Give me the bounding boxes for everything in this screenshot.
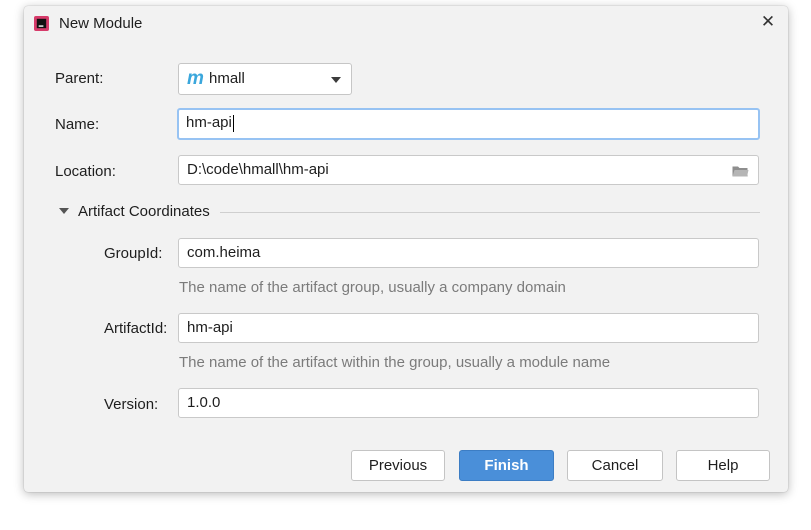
section-divider xyxy=(220,212,760,213)
previous-button[interactable]: Previous xyxy=(351,450,445,481)
location-input[interactable]: D:\code\hmall\hm-api xyxy=(178,155,759,185)
name-label: Name: xyxy=(55,116,100,133)
version-label: Version: xyxy=(104,396,159,413)
version-input[interactable]: 1.0.0 xyxy=(178,388,759,418)
title-bar: New Module ✕ xyxy=(24,6,788,40)
location-input-value: D:\code\hmall\hm-api xyxy=(187,161,329,178)
artifactid-input-value: hm-api xyxy=(187,319,233,336)
groupid-label: GroupId: xyxy=(104,245,163,262)
dialog-title: New Module xyxy=(59,15,143,32)
new-module-dialog: New Module ✕ Parent: m hmall Name: hm-ap… xyxy=(24,6,788,492)
parent-select-value: hmall xyxy=(209,70,245,87)
location-label: Location: xyxy=(55,163,116,180)
groupid-hint: The name of the artifact group, usually … xyxy=(179,279,566,296)
parent-select[interactable]: m hmall xyxy=(178,63,352,95)
text-caret xyxy=(232,114,234,132)
parent-label: Parent: xyxy=(55,70,104,87)
version-input-value: 1.0.0 xyxy=(187,394,221,411)
folder-icon[interactable] xyxy=(732,165,749,177)
artifact-coordinates-section[interactable]: Artifact Coordinates xyxy=(57,202,760,222)
collapse-triangle-icon[interactable] xyxy=(59,208,69,214)
chevron-down-icon xyxy=(331,77,341,83)
finish-button[interactable]: Finish xyxy=(459,450,554,481)
maven-icon: m xyxy=(187,68,204,89)
groupid-input[interactable]: com.heima xyxy=(178,238,759,268)
close-icon[interactable]: ✕ xyxy=(758,12,778,32)
artifact-coordinates-label: Artifact Coordinates xyxy=(78,203,210,220)
cancel-button[interactable]: Cancel xyxy=(567,450,663,481)
artifactid-label: ArtifactId: xyxy=(104,320,168,337)
name-input-value: hm-api xyxy=(186,114,232,131)
artifactid-hint: The name of the artifact within the grou… xyxy=(179,354,611,371)
groupid-input-value: com.heima xyxy=(187,244,261,261)
name-input[interactable]: hm-api xyxy=(177,108,760,140)
intellij-app-icon xyxy=(34,16,49,31)
help-button[interactable]: Help xyxy=(676,450,770,481)
artifactid-input[interactable]: hm-api xyxy=(178,313,759,343)
